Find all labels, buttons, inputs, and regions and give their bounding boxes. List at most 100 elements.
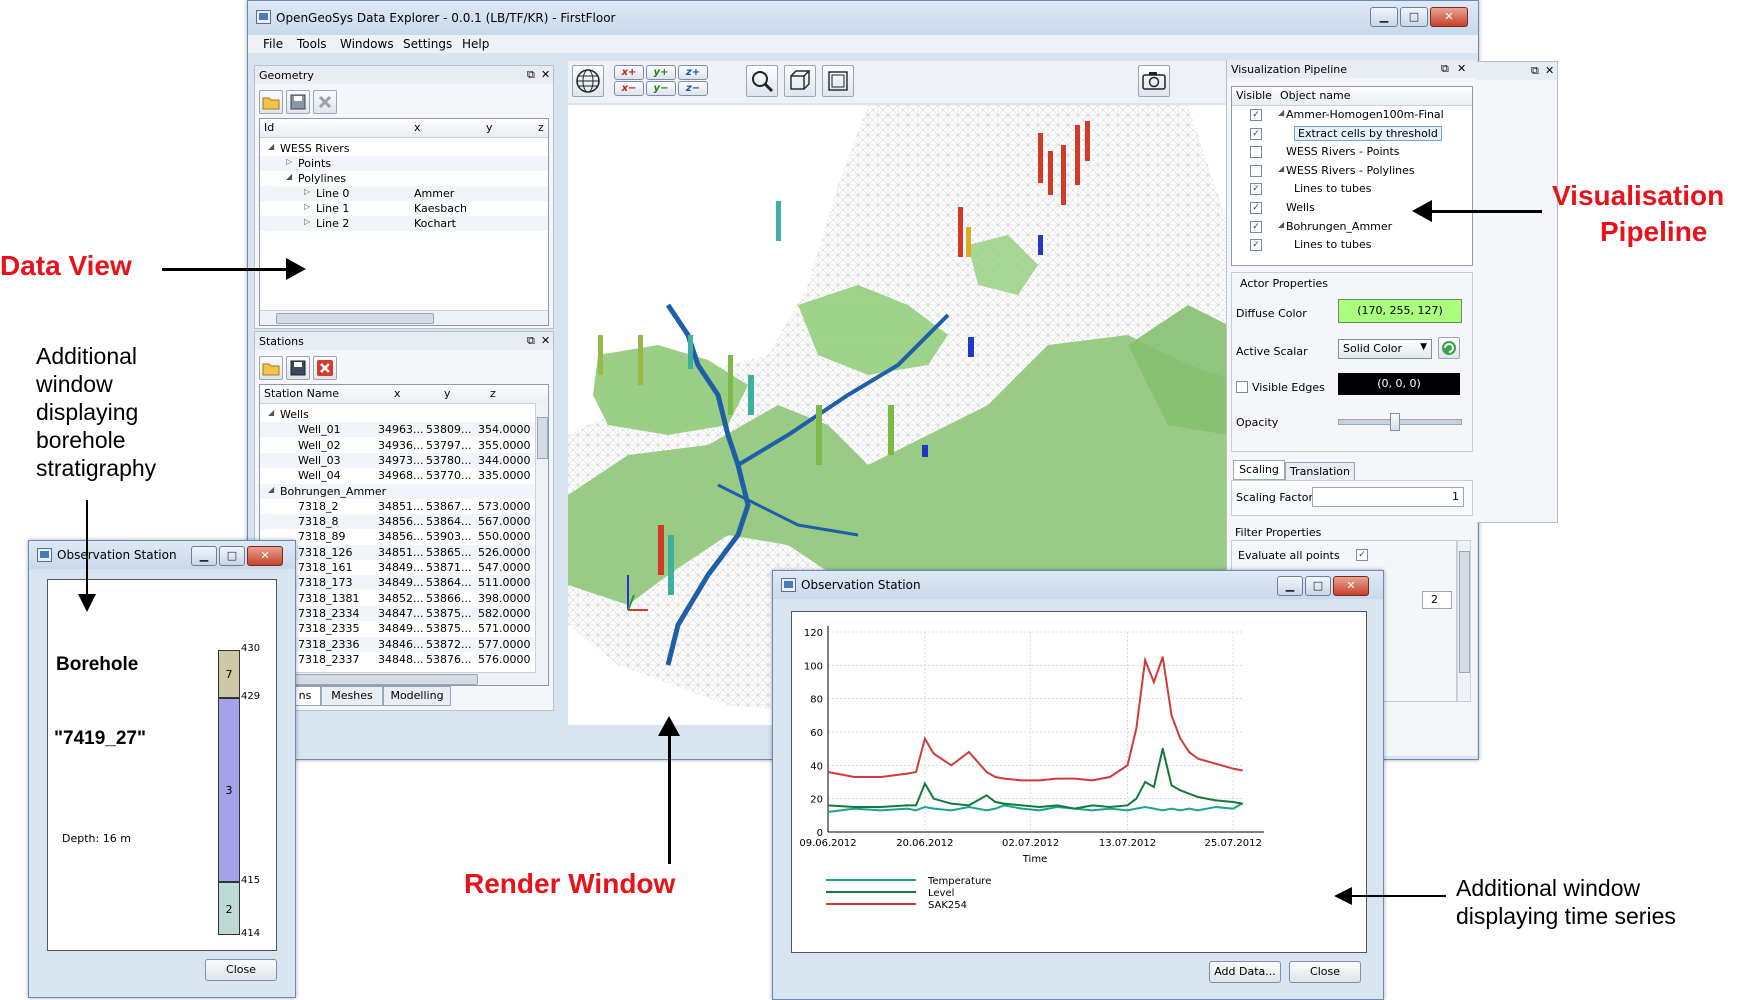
col-y[interactable]: y	[486, 121, 493, 134]
station-row[interactable]: Well_02 34936... 53797... 355.0000	[260, 438, 548, 453]
float-icon[interactable]: ⧉	[527, 68, 535, 82]
col-y[interactable]: y	[444, 387, 451, 400]
pipeline-row[interactable]: ✓ Lines to tubes	[1232, 237, 1472, 252]
stations-tree[interactable]: Station Name x y z ◢ Wells Well_01 34963...…	[259, 384, 549, 686]
station-row[interactable]: 7318_2336 34846... 53872... 577.0000	[260, 636, 548, 652]
tab-meshes[interactable]: Meshes	[321, 686, 383, 706]
reset-view-button[interactable]	[572, 65, 604, 97]
station-row[interactable]: 7318_1381 34852... 53866... 398.0000	[260, 591, 548, 606]
station-row[interactable]: 7318_161 34849... 53871... 547.0000	[260, 560, 548, 575]
expander-icon[interactable]: ◢	[1278, 108, 1284, 117]
visible-checkbox[interactable]	[1250, 146, 1262, 159]
tree-row[interactable]: ◢ WESS Rivers	[260, 141, 548, 156]
expander-icon[interactable]: ◢	[1278, 220, 1284, 229]
opacity-slider[interactable]	[1338, 413, 1462, 431]
station-row[interactable]: Well_04 34968... 53770... 335.0000	[260, 468, 548, 483]
add-data-button[interactable]: Add Data...	[1209, 961, 1281, 983]
filter-field-input[interactable]: 2	[1422, 591, 1452, 609]
expander-icon[interactable]: ◢	[268, 408, 274, 417]
scrollbar-thumb[interactable]	[537, 417, 548, 459]
station-row[interactable]: 7318_2334 34847... 53875... 582.0000	[260, 605, 548, 621]
visible-checkbox[interactable]: ✓	[1250, 183, 1262, 196]
remove-button[interactable]	[313, 90, 337, 114]
col-x[interactable]: x	[394, 387, 401, 400]
menu-windows[interactable]: Windows	[340, 37, 394, 51]
maximize-button[interactable]: □	[1305, 576, 1331, 596]
horizontal-scrollbar[interactable]	[260, 310, 548, 325]
col-id[interactable]: Id	[264, 121, 274, 134]
station-row[interactable]: 7318_173 34849... 53864... 511.0000	[260, 575, 548, 591]
tree-row[interactable]: ▷ Line 0 Ammer	[260, 186, 548, 201]
close-icon[interactable]: ✕	[541, 68, 550, 81]
tree-row[interactable]: ▷ Line 1 Kaesbach	[260, 201, 548, 216]
horizontal-scrollbar[interactable]	[260, 672, 536, 685]
visible-checkbox[interactable]: ✓	[1250, 127, 1262, 140]
diffuse-color-swatch[interactable]: (170, 255, 127)	[1338, 299, 1462, 323]
expander-icon[interactable]: ◢	[1278, 164, 1284, 173]
tree-row[interactable]: ▷ Line 2 Kochart	[260, 216, 548, 231]
maximize-button[interactable]: □	[1400, 7, 1428, 27]
orthographic-button[interactable]	[822, 65, 854, 97]
remove-button[interactable]	[313, 356, 337, 380]
station-row[interactable]: 7318_2337 34848... 53876... 576.0000	[260, 652, 548, 667]
axis-view-button[interactable]: z−	[678, 81, 708, 96]
menu-settings[interactable]: Settings	[403, 37, 452, 51]
tab-modelling[interactable]: Modelling	[383, 686, 451, 706]
close-icon[interactable]: ✕	[1545, 64, 1554, 77]
tab-translation[interactable]: Translation	[1285, 462, 1355, 482]
screenshot-button[interactable]	[1138, 65, 1170, 97]
expander-icon[interactable]: ▷	[304, 217, 310, 226]
station-row[interactable]: 7318_2335 34849... 53875... 571.0000	[260, 621, 548, 636]
station-group-row[interactable]: ◢ Wells	[260, 407, 548, 422]
station-row[interactable]: 7318_8 34856... 53864... 567.0000	[260, 514, 548, 530]
close-button[interactable]: ✕	[1333, 576, 1369, 596]
col-x[interactable]: x	[414, 121, 421, 134]
close-button[interactable]: ✕	[247, 546, 283, 566]
col-z[interactable]: z	[538, 121, 544, 134]
save-button[interactable]	[286, 356, 310, 380]
col-station-name[interactable]: Station Name	[264, 387, 339, 400]
open-folder-button[interactable]	[259, 356, 283, 380]
zoom-button[interactable]	[746, 65, 778, 97]
pipeline-row[interactable]: ✓ Lines to tubes	[1232, 181, 1472, 196]
perspective-button[interactable]	[784, 65, 816, 97]
borehole-close-button[interactable]: Close	[205, 959, 277, 981]
pipeline-row[interactable]: ✓ Extract cells by threshold	[1232, 125, 1472, 141]
tab-scaling[interactable]: Scaling	[1233, 460, 1285, 480]
scrollbar-thumb[interactable]	[1459, 551, 1470, 673]
tree-row[interactable]: ▷ Points	[260, 156, 548, 171]
geometry-tree[interactable]: Id x y z ◢ WESS Rivers ▷ Points ◢ Polylines ▷ L…	[259, 118, 549, 326]
close-icon[interactable]: ✕	[541, 334, 550, 347]
axis-view-button[interactable]: y+	[646, 65, 676, 80]
scrollbar-thumb[interactable]	[276, 313, 434, 324]
scaling-factor-input[interactable]: 1	[1312, 487, 1464, 507]
minimize-button[interactable]: ▁	[1277, 576, 1303, 596]
pipeline-row[interactable]: ✓ ◢ Bohrungen_Ammer	[1232, 219, 1472, 234]
pipeline-tree[interactable]: Visible Object name ✓ ◢ Ammer-Homogen100m-…	[1231, 86, 1473, 266]
axis-view-button[interactable]: x−	[614, 81, 644, 96]
visible-edges-checkbox[interactable]	[1236, 381, 1248, 393]
station-group-row[interactable]: ◢ Bohrungen_Ammer	[260, 483, 548, 499]
station-row[interactable]: 7318_126 34851... 53865... 526.0000	[260, 544, 548, 560]
col-object-name[interactable]: Object name	[1280, 89, 1351, 102]
visible-checkbox[interactable]: ✓	[1250, 220, 1262, 233]
visible-checkbox[interactable]: ✓	[1250, 239, 1262, 252]
vertical-scrollbar[interactable]	[1457, 540, 1471, 702]
maximize-button[interactable]: □	[219, 546, 245, 566]
pipeline-row[interactable]: WESS Rivers - Points	[1232, 144, 1472, 159]
pipeline-row[interactable]: ✓ ◢ Ammer-Homogen100m-Final	[1232, 107, 1472, 122]
expander-icon[interactable]: ◢	[268, 485, 274, 494]
expander-icon[interactable]: ▷	[304, 202, 310, 211]
float-icon[interactable]: ⧉	[1531, 64, 1539, 78]
visible-checkbox[interactable]	[1250, 164, 1262, 177]
col-z[interactable]: z	[490, 387, 496, 400]
expander-icon[interactable]: ◢	[268, 142, 274, 151]
minimize-button[interactable]: ▁	[191, 546, 217, 566]
station-row[interactable]: 7318_89 34856... 53903... 550.0000	[260, 529, 548, 544]
col-visible[interactable]: Visible	[1236, 89, 1272, 102]
axis-view-button[interactable]: x+	[614, 65, 644, 80]
axis-view-button[interactable]: y−	[646, 81, 676, 96]
timeseries-close-button[interactable]: Close	[1289, 961, 1361, 983]
menu-tools[interactable]: Tools	[297, 37, 327, 51]
axis-view-button[interactable]: z+	[678, 65, 708, 80]
